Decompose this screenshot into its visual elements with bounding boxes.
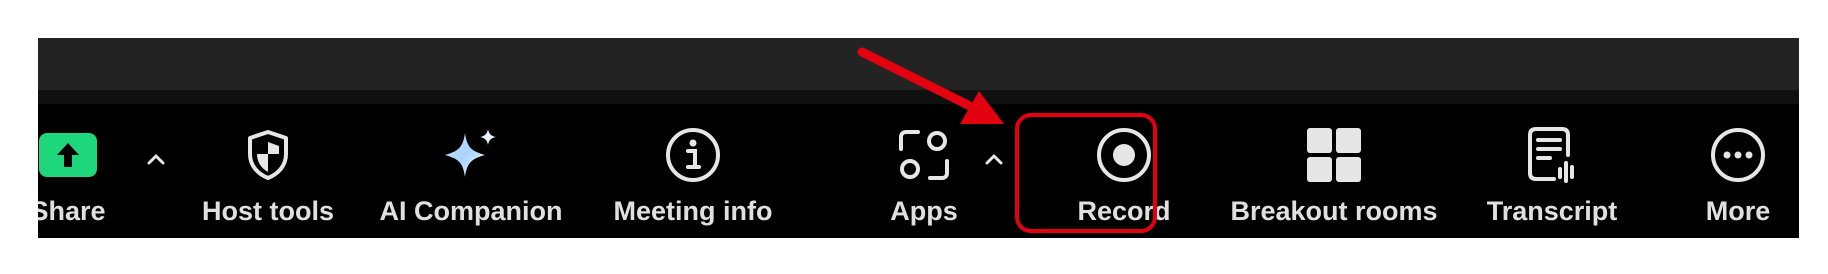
- apps-button[interactable]: Apps: [864, 122, 984, 232]
- more-button[interactable]: More: [1688, 122, 1788, 232]
- top-bar: [38, 38, 1799, 90]
- apps-options-chevron-up-icon[interactable]: [980, 146, 1008, 174]
- ai-companion-label: AI Companion: [379, 196, 563, 226]
- ai-companion-button[interactable]: AI Companion: [378, 122, 564, 232]
- grid-icon: [1305, 122, 1363, 188]
- share-button[interactable]: Share: [38, 122, 128, 232]
- share-label: Share: [38, 196, 106, 226]
- breakout-rooms-label: Breakout rooms: [1230, 196, 1438, 226]
- record-highlight-box: [1015, 113, 1157, 233]
- meeting-toolbar: Share Host tools AI Companion Meeting in…: [38, 38, 1799, 238]
- info-icon: [664, 122, 722, 188]
- shield-icon: [244, 122, 292, 188]
- transcript-label: Transcript: [1486, 196, 1618, 226]
- share-arrow-up-icon: [38, 122, 99, 188]
- more-dots-icon: [1709, 122, 1767, 188]
- share-options-chevron-up-icon[interactable]: [142, 146, 170, 174]
- toolbar-separator: [38, 90, 1799, 104]
- host-tools-label: Host tools: [202, 196, 334, 226]
- transcript-button[interactable]: Transcript: [1472, 122, 1632, 232]
- host-tools-button[interactable]: Host tools: [193, 122, 343, 232]
- apps-icon: [896, 122, 952, 188]
- transcript-icon: [1524, 122, 1580, 188]
- meeting-info-button[interactable]: Meeting info: [600, 122, 786, 232]
- breakout-rooms-button[interactable]: Breakout rooms: [1224, 122, 1444, 232]
- meeting-info-label: Meeting info: [613, 196, 773, 226]
- sparkle-star-icon: [439, 122, 503, 188]
- more-label: More: [1705, 196, 1771, 226]
- apps-label: Apps: [890, 196, 958, 226]
